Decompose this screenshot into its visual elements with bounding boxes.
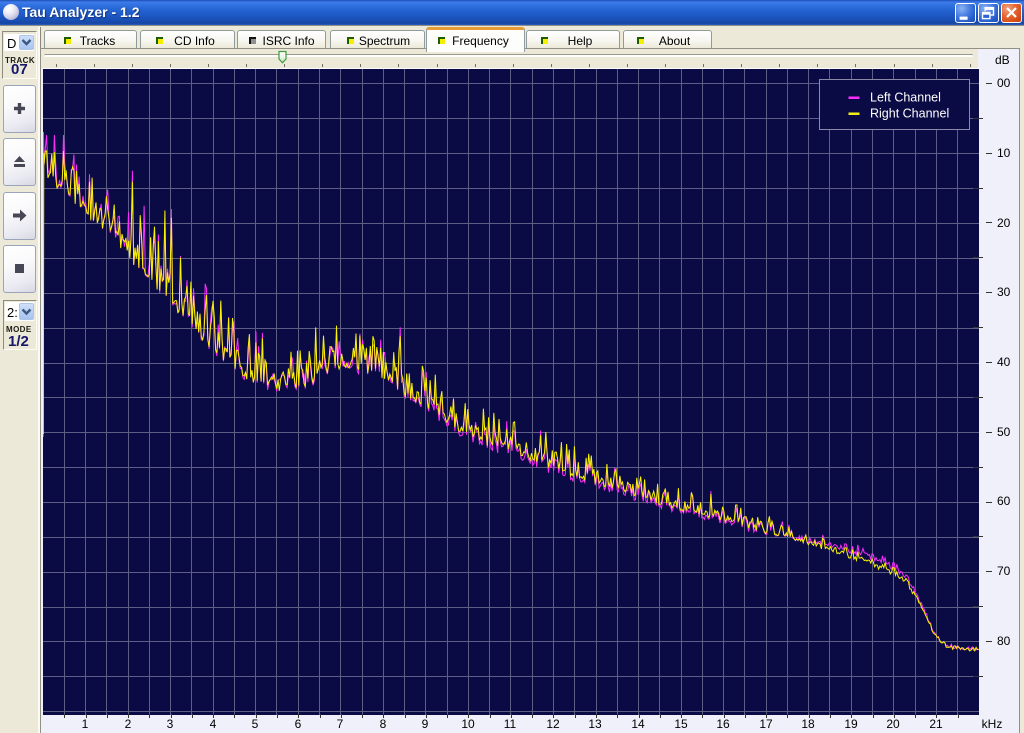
- svg-text:Left Channel: Left Channel: [870, 91, 941, 105]
- svg-text:Right Channel: Right Channel: [870, 107, 949, 121]
